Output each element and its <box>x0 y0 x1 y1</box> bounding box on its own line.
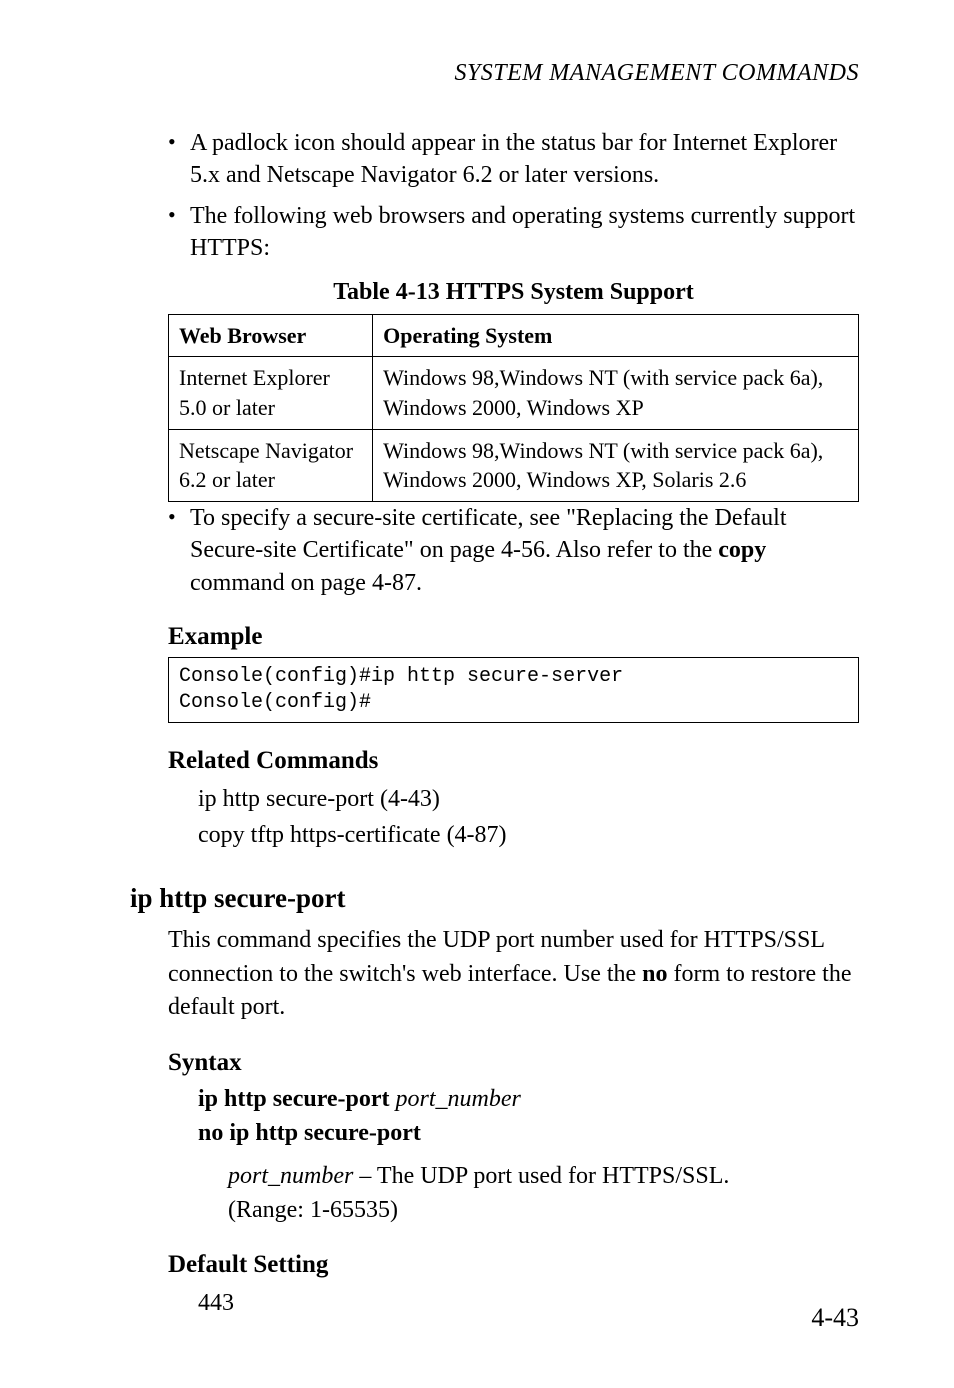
command-heading: ip http secure-port <box>130 883 859 914</box>
https-support-table: Web Browser Operating System Internet Ex… <box>168 314 859 502</box>
param-range: (Range: 1-65535) <box>228 1194 859 1228</box>
example-label: Example <box>168 623 859 651</box>
default-setting-label: Default Setting <box>168 1251 859 1279</box>
table-caption: Table 4-13 HTTPS System Support <box>168 279 859 306</box>
syntax-param: port_number <box>396 1086 521 1112</box>
note-text: To specify a secure-site certificate, se… <box>190 505 787 563</box>
table-header-row: Web Browser Operating System <box>169 314 859 357</box>
note-item: The following web browsers and operating… <box>168 200 859 265</box>
table-header-cell: Operating System <box>373 314 859 357</box>
related-commands-label: Related Commands <box>168 747 859 775</box>
note-item: To specify a secure-site certificate, se… <box>168 502 859 599</box>
notes-list: A padlock icon should appear in the stat… <box>168 127 859 265</box>
after-table-list: To specify a secure-site certificate, se… <box>168 502 859 599</box>
syntax-fixed: ip http secure-port <box>198 1086 396 1112</box>
syntax-param-desc: port_number – The UDP port used for HTTP… <box>228 1160 859 1194</box>
syntax-line: no ip http secure-port <box>198 1117 859 1151</box>
syntax-line: ip http secure-port port_number <box>198 1083 859 1117</box>
table-header-cell: Web Browser <box>169 314 373 357</box>
code-block: Console(config)#ip http secure-server Co… <box>168 657 859 723</box>
param-name: port_number <box>228 1163 353 1189</box>
note-item: A padlock icon should appear in the stat… <box>168 127 859 192</box>
running-head: SYSTEM MANAGEMENT COMMANDS <box>130 60 859 87</box>
table-cell: Netscape Navigator 6.2 or later <box>169 429 373 501</box>
note-text: command on page 4-87. <box>190 570 422 596</box>
command-description: This command specifies the UDP port numb… <box>168 924 859 1025</box>
table-cell: Windows 98,Windows NT (with service pack… <box>373 357 859 429</box>
page-number: 4-43 <box>811 1303 859 1333</box>
table-cell: Windows 98,Windows NT (with service pack… <box>373 429 859 501</box>
syntax-label: Syntax <box>168 1049 859 1077</box>
bold-word: no <box>642 961 667 987</box>
related-command-line: copy tftp https-certificate (4-87) <box>198 817 859 853</box>
related-command-line: ip http secure-port (4-43) <box>198 781 859 817</box>
table-row: Netscape Navigator 6.2 or later Windows … <box>169 429 859 501</box>
bold-word: copy <box>718 537 766 563</box>
table-row: Internet Explorer 5.0 or later Windows 9… <box>169 357 859 429</box>
param-desc: – The UDP port used for HTTPS/SSL. <box>353 1163 729 1189</box>
table-cell: Internet Explorer 5.0 or later <box>169 357 373 429</box>
default-value: 443 <box>198 1285 859 1321</box>
